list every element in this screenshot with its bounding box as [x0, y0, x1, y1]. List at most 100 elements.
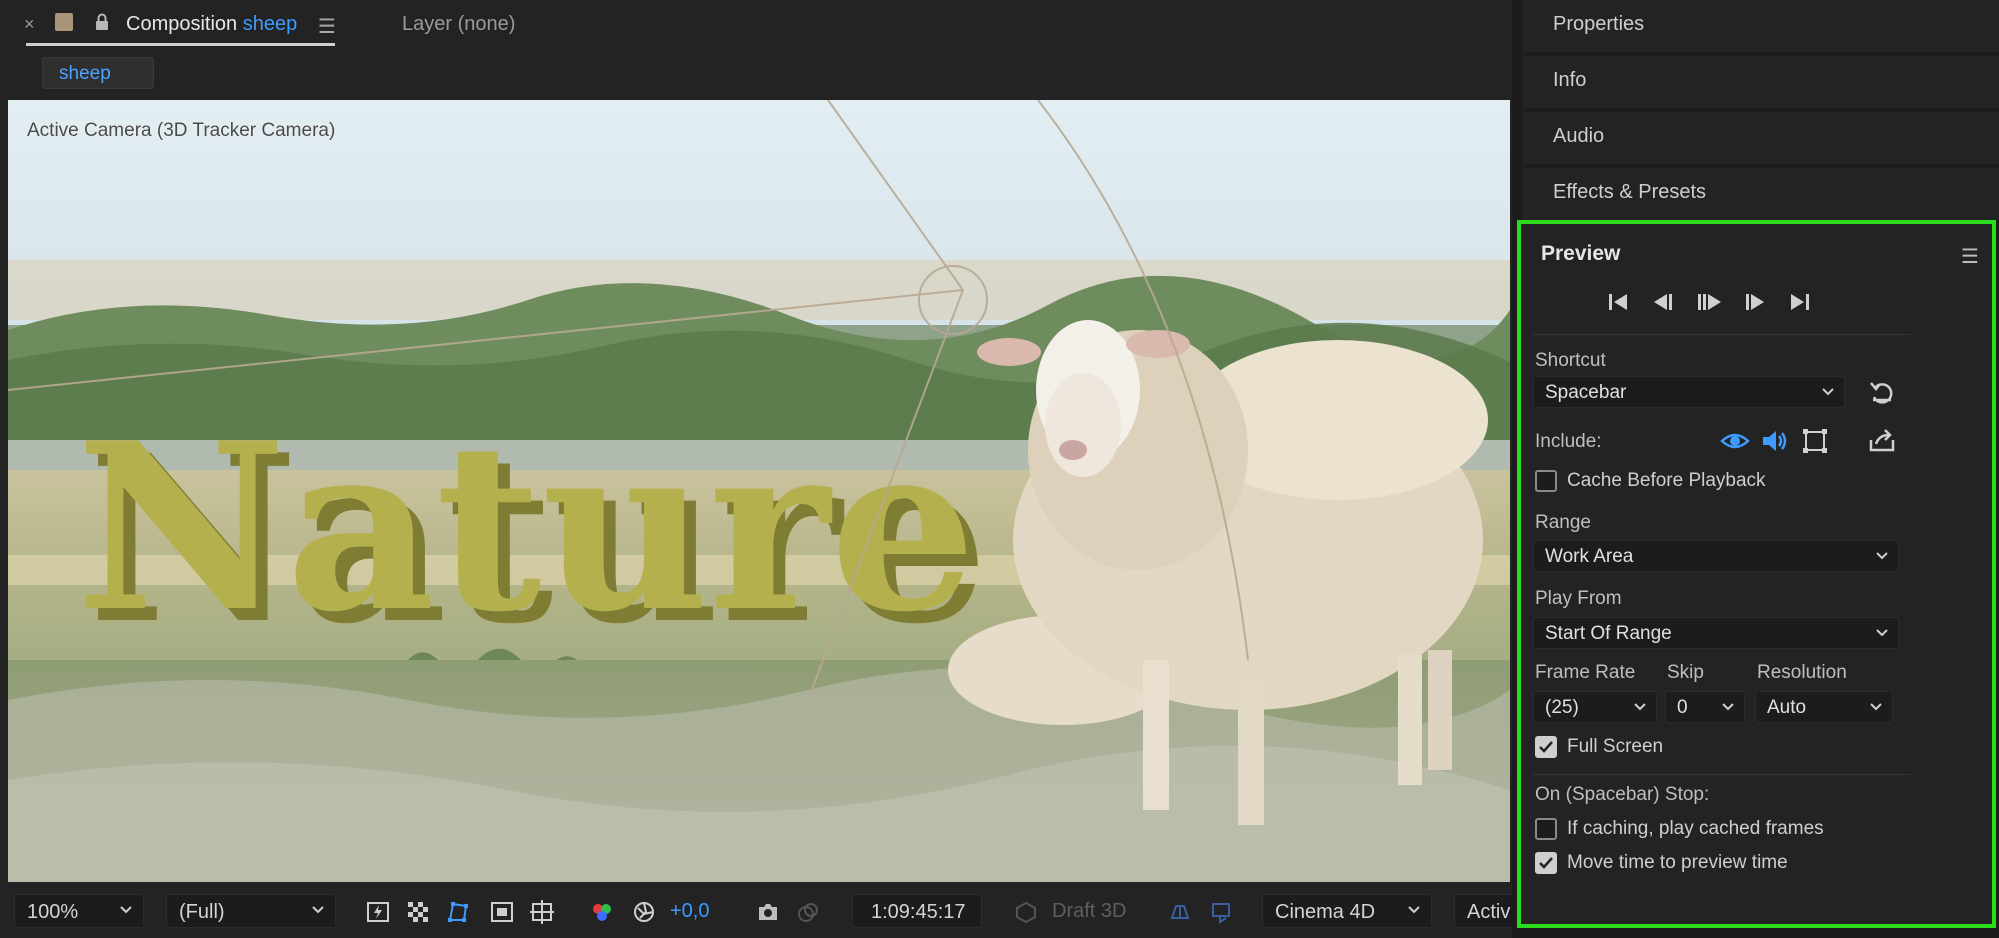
snapshot-camera-icon[interactable] [756, 900, 780, 924]
full-screen-label: Full Screen [1567, 736, 1664, 757]
preview-panel-menu-icon[interactable]: ☰ [1961, 244, 1979, 269]
play-from-value: Start Of Range [1545, 623, 1672, 644]
grid-guides-icon[interactable] [530, 900, 554, 924]
active-tab-underline [26, 43, 335, 46]
viewer-toolbar: 100% (Full) +0,0 1:09:45:17 Draft 3D Cin… [0, 884, 1514, 938]
layer-tab[interactable]: Layer (none) [402, 13, 515, 36]
audio-panel-title: Audio [1553, 125, 1605, 147]
export-preview-icon[interactable] [1867, 426, 1897, 456]
3d-view-dropdown[interactable]: Activ [1454, 894, 1514, 928]
skip-value: 0 [1677, 697, 1688, 718]
play-pause-icon[interactable] [1695, 290, 1723, 314]
next-frame-icon[interactable] [1741, 290, 1769, 314]
show-snapshot-icon[interactable] [796, 900, 820, 924]
info-panel-title: Info [1553, 69, 1587, 91]
lock-icon[interactable] [92, 12, 112, 32]
range-value: Work Area [1545, 546, 1634, 567]
play-from-label: Play From [1535, 588, 1622, 609]
chevron-down-icon [1634, 703, 1646, 711]
composition-panel: × Composition sheep ☰ Layer (none) sheep [0, 0, 1514, 938]
viewer-image: Nature Nature [8, 100, 1510, 882]
channel-icon[interactable] [590, 900, 614, 924]
composition-tab[interactable]: Composition sheep [126, 13, 297, 36]
chevron-down-icon [1408, 906, 1420, 914]
effects-presets-panel-title: Effects & Presets [1553, 181, 1707, 203]
resolution-label: Resolution [1757, 662, 1847, 683]
info-panel-header[interactable]: Info [1522, 56, 1999, 108]
properties-panel-title: Properties [1553, 13, 1645, 35]
frame-rate-dropdown[interactable]: (25) [1533, 691, 1657, 723]
chevron-down-icon [1876, 552, 1888, 560]
renderer-value: Cinema 4D [1275, 901, 1376, 923]
include-label: Include: [1535, 431, 1602, 452]
previous-frame-icon[interactable] [1649, 290, 1677, 314]
draft-3d-label[interactable]: Draft 3D [1052, 900, 1126, 923]
composition-tab-bar: × Composition sheep ☰ Layer (none) [0, 0, 1512, 50]
skip-dropdown[interactable]: 0 [1665, 691, 1745, 723]
range-dropdown[interactable]: Work Area [1533, 540, 1899, 572]
chevron-down-icon [1822, 388, 1834, 396]
frame-rate-value: (25) [1545, 697, 1579, 718]
3d-ground-plane-icon[interactable] [1168, 900, 1192, 924]
full-screen-checkbox[interactable] [1535, 736, 1557, 758]
first-frame-icon[interactable] [1605, 290, 1633, 314]
include-overlays-icon[interactable] [1800, 426, 1830, 456]
play-from-dropdown[interactable]: Start Of Range [1533, 617, 1899, 649]
magnification-value: 100% [27, 901, 79, 923]
transparency-grid-icon[interactable] [406, 900, 430, 924]
region-of-interest-icon[interactable] [490, 900, 514, 924]
cache-before-playback-checkbox[interactable] [1535, 470, 1557, 492]
chevron-down-icon [312, 906, 324, 914]
divider [1533, 334, 1911, 335]
fast-previews-icon[interactable] [366, 900, 390, 924]
preview-panel: Preview ☰ Shortcut Spacebar Include: Cac… [1517, 220, 1996, 928]
breadcrumb-item-sheep[interactable]: sheep [42, 57, 154, 89]
range-label: Range [1535, 512, 1591, 533]
mask-path-visibility-icon[interactable] [446, 900, 470, 924]
audio-panel-header[interactable]: Audio [1522, 112, 1999, 164]
magnification-dropdown[interactable]: 100% [14, 894, 144, 928]
label-color-swatch[interactable] [55, 13, 73, 31]
cache-before-playback-label: Cache Before Playback [1567, 470, 1766, 491]
include-audio-speaker-icon[interactable] [1760, 426, 1790, 456]
move-time-checkbox[interactable] [1535, 852, 1557, 874]
divider [1533, 774, 1911, 775]
last-frame-icon[interactable] [1785, 290, 1813, 314]
3d-view-value: Activ [1467, 901, 1511, 923]
exposure-reset-icon[interactable] [632, 900, 656, 924]
shortcut-value: Spacebar [1545, 382, 1627, 403]
chevron-down-icon [1722, 703, 1734, 711]
on-stop-label: On (Spacebar) Stop: [1535, 784, 1710, 805]
if-caching-checkbox[interactable] [1535, 818, 1557, 840]
active-camera-label: Active Camera (3D Tracker Camera) [27, 120, 336, 141]
shortcut-dropdown[interactable]: Spacebar [1533, 376, 1845, 408]
chevron-down-icon [1870, 703, 1882, 711]
breadcrumb: sheep [0, 52, 1512, 96]
close-tab-icon[interactable]: × [24, 14, 35, 35]
nature-3d-text: Nature [76, 393, 976, 663]
move-time-label: Move time to preview time [1567, 852, 1788, 873]
properties-panel-header[interactable]: Properties [1522, 0, 1999, 52]
if-caching-label: If caching, play cached frames [1567, 818, 1824, 839]
resolution-preview-dropdown[interactable]: Auto [1755, 691, 1893, 723]
chevron-down-icon [1876, 629, 1888, 637]
composition-viewer[interactable]: Nature Nature Active Camera (3D Tracker … [8, 100, 1510, 882]
shortcut-label: Shortcut [1535, 350, 1606, 371]
chevron-down-icon [120, 906, 132, 914]
effects-presets-panel-header[interactable]: Effects & Presets [1522, 168, 1999, 220]
reset-shortcut-icon[interactable] [1867, 378, 1897, 408]
composition-tab-name: sheep [242, 13, 298, 35]
resolution-preview-value: Auto [1767, 697, 1807, 718]
skip-label: Skip [1667, 662, 1704, 683]
include-video-eye-icon[interactable] [1720, 426, 1750, 456]
checkmark-icon [1539, 741, 1553, 753]
frame-rate-label: Frame Rate [1535, 662, 1636, 683]
timecode-display[interactable]: 1:09:45:17 [852, 894, 982, 928]
resolution-dropdown[interactable]: (Full) [166, 894, 336, 928]
renderer-dropdown[interactable]: Cinema 4D [1262, 894, 1432, 928]
composition-tab-prefix: Composition [126, 13, 238, 35]
panel-menu-icon[interactable]: ☰ [318, 14, 336, 39]
timecode-value: 1:09:45:17 [871, 901, 966, 923]
extended-viewer-icon[interactable] [1210, 900, 1234, 924]
exposure-value[interactable]: +0,0 [670, 900, 709, 923]
